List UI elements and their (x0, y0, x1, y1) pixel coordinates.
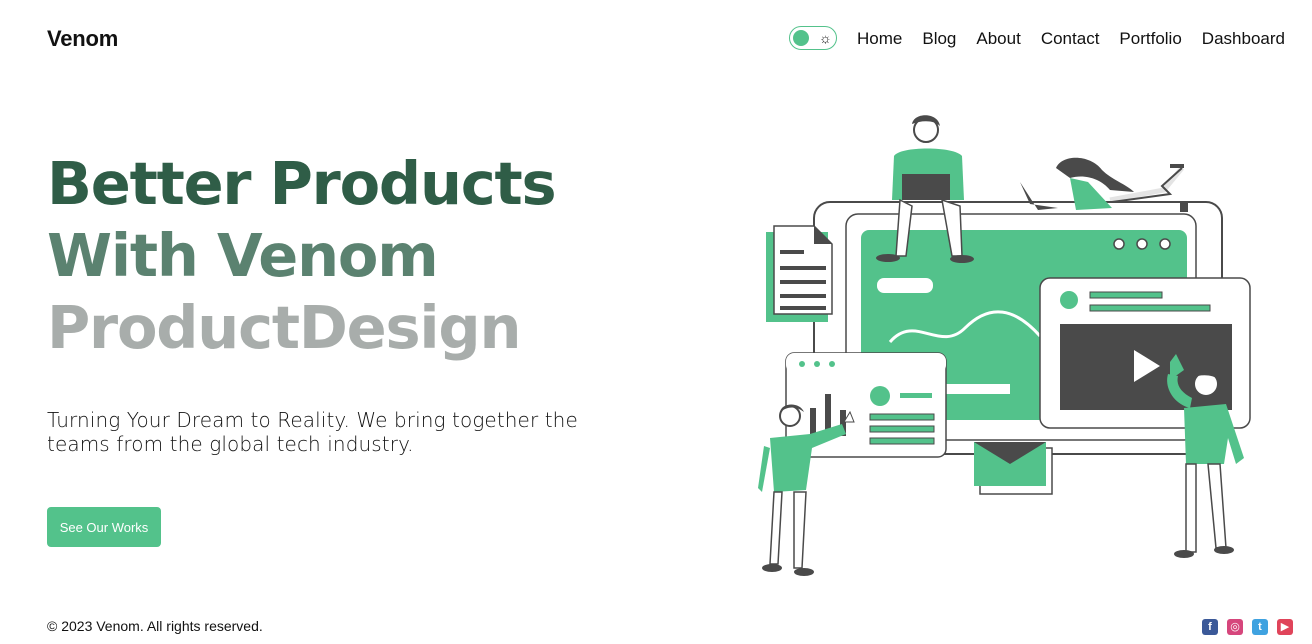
nav-contact[interactable]: Contact (1041, 29, 1100, 49)
document-illustration (766, 225, 833, 322)
see-our-works-button[interactable]: See Our Works (47, 507, 161, 547)
hero-title-line-2: With Venom (47, 221, 439, 290)
nav-about[interactable]: About (976, 29, 1020, 49)
hero-title: Better Products With Venom ProductDesign (47, 148, 557, 364)
main-menu: Home Blog About Contact Portfolio Dashbo… (857, 29, 1285, 49)
facebook-icon[interactable]: f (1202, 619, 1218, 635)
nav-blog[interactable]: Blog (922, 29, 956, 49)
toggle-knob (793, 30, 809, 46)
hero-title-line-1: Better Products (47, 149, 557, 218)
envelope-illustration (974, 442, 1053, 495)
top-navbar: Venom ☼ Home Blog About Contact Portfoli… (0, 0, 1312, 78)
theme-toggle[interactable]: ☼ (789, 26, 837, 50)
twitter-icon[interactable]: t (1252, 619, 1268, 635)
sun-icon: ☼ (819, 30, 832, 46)
hero-description: Turning Your Dream to Reality. We bring … (47, 408, 578, 456)
hero-illustration (758, 115, 1251, 576)
brand-logo[interactable]: Venom (47, 26, 118, 52)
instagram-icon[interactable]: ◎ (1227, 619, 1243, 635)
youtube-icon[interactable]: ▶ (1277, 619, 1293, 635)
nav-dashboard[interactable]: Dashboard (1202, 29, 1285, 49)
hero-title-line-3: ProductDesign (47, 293, 521, 362)
social-links: f ◎ t ▶ (1202, 619, 1293, 635)
nav-home[interactable]: Home (857, 29, 902, 49)
nav-portfolio[interactable]: Portfolio (1119, 29, 1181, 49)
copyright-text: © 2023 Venom. All rights reserved. (47, 618, 263, 634)
